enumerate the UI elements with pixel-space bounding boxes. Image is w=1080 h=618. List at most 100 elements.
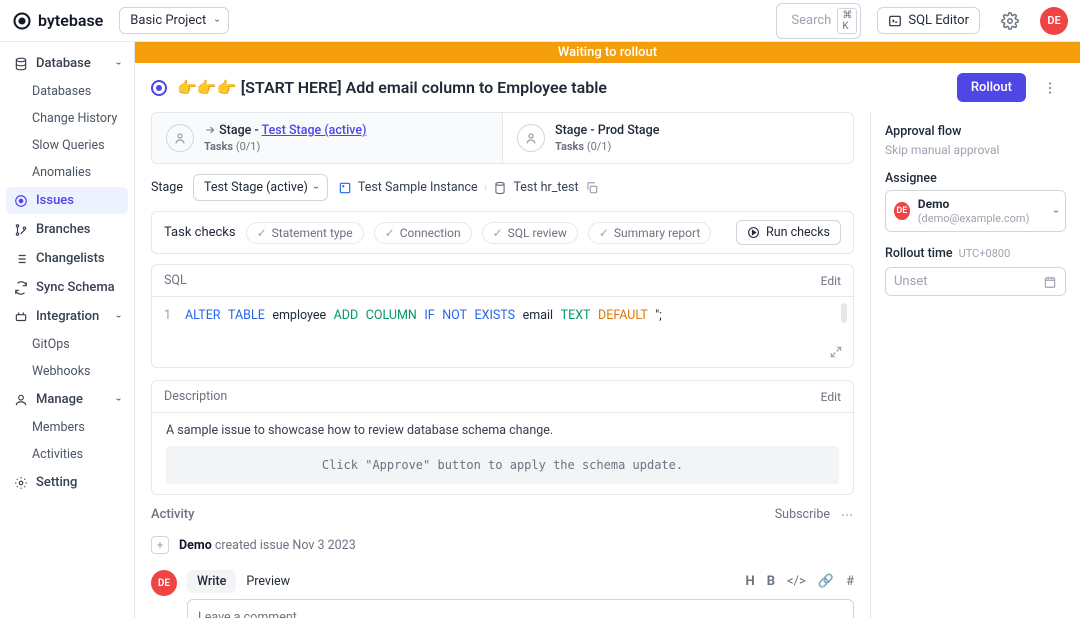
scrollbar-icon[interactable]: [841, 303, 847, 323]
sidebar-item-gitops[interactable]: GitOps: [6, 332, 128, 357]
stage-test[interactable]: Stage - Test Stage (active) Tasks (0/1): [152, 113, 502, 163]
sql-edit-button[interactable]: Edit: [821, 274, 841, 288]
heading-icon[interactable]: H: [746, 574, 755, 589]
sidebar-item-members[interactable]: Members: [6, 415, 128, 440]
check-statement-type[interactable]: ✓Statement type: [246, 222, 364, 244]
plug-icon: [14, 310, 28, 324]
sidebar-item-slow-queries[interactable]: Slow Queries: [6, 133, 128, 158]
expand-icon[interactable]: [829, 345, 843, 359]
sidebar-item-activities[interactable]: Activities: [6, 442, 128, 467]
status-banner: Waiting to rollout: [135, 42, 1080, 63]
chevron-down-icon: ›: [113, 398, 124, 401]
sidebar-group-manage[interactable]: Manage ›: [6, 386, 128, 413]
rollout-time-label: Rollout time: [885, 246, 953, 261]
rollout-time-picker[interactable]: Unset: [885, 267, 1066, 296]
description-text: A sample issue to showcase how to review…: [166, 423, 839, 438]
instance-icon: [338, 181, 352, 195]
comment-input[interactable]: [187, 599, 854, 618]
activity-label: Activity: [151, 507, 195, 522]
sidebar-item-issues[interactable]: Issues: [6, 187, 128, 214]
run-checks-button[interactable]: Run checks: [736, 220, 841, 245]
chevron-right-icon: ›: [484, 180, 488, 195]
sidebar-label: Changelists: [36, 251, 105, 266]
sidebar-group-database[interactable]: Database ›: [6, 50, 128, 77]
database-icon: [493, 181, 507, 195]
description-edit-button[interactable]: Edit: [821, 390, 841, 404]
sidebar-label: Sync Schema: [36, 280, 115, 295]
tab-write[interactable]: Write: [187, 570, 236, 593]
chevron-down-icon: ›: [113, 62, 124, 65]
assignee-selector[interactable]: DE Demo (demo@example.com) ›: [885, 190, 1066, 232]
sql-editor-label: SQL Editor: [908, 13, 969, 28]
sidebar-item-sync-schema[interactable]: Sync Schema: [6, 274, 128, 301]
stage-tasks: Tasks (0/1): [555, 140, 659, 153]
description-callout: Click "Approve" button to apply the sche…: [166, 446, 839, 484]
sidebar-item-databases[interactable]: Databases: [6, 79, 128, 104]
sql-editor-button[interactable]: SQL Editor: [877, 7, 980, 34]
right-sidebar: Approval flow Skip manual approval Assig…: [870, 112, 1080, 618]
chevron-down-icon: ›: [113, 315, 124, 318]
sidebar-item-changelists[interactable]: Changelists: [6, 245, 128, 272]
task-checks-label: Task checks: [164, 225, 236, 240]
check-connection[interactable]: ✓Connection: [374, 222, 472, 244]
check-icon: ✓: [599, 226, 609, 240]
project-selector[interactable]: Basic Project ›: [119, 7, 229, 34]
stage-selector[interactable]: Test Stage (active) ›: [193, 174, 328, 201]
sidebar-item-change-history[interactable]: Change History: [6, 106, 128, 131]
hash-icon[interactable]: #: [846, 574, 854, 589]
link-icon[interactable]: 🔗: [818, 574, 834, 589]
sidebar-item-branches[interactable]: Branches: [6, 216, 128, 243]
settings-button[interactable]: [996, 7, 1024, 35]
play-icon: [747, 226, 760, 239]
assignee-email: (demo@example.com): [918, 212, 1030, 225]
issue-title: 👉👉👉 [START HERE] Add email column to Emp…: [177, 78, 607, 97]
tab-preview[interactable]: Preview: [236, 570, 300, 593]
copy-icon[interactable]: [585, 181, 599, 195]
stage-tasks: Tasks (0/1): [204, 140, 366, 153]
activity-user: Demo: [179, 538, 212, 553]
stage-label: Stage: [151, 180, 183, 195]
chevron-down-icon: ›: [310, 186, 321, 189]
list-icon: [14, 252, 28, 266]
rollout-button[interactable]: Rollout: [957, 73, 1026, 102]
assignee-avatar: DE: [894, 202, 910, 220]
global-search[interactable]: Search ⌘ K: [776, 3, 861, 39]
stage-selected: Test Stage (active): [204, 180, 308, 195]
user-circle-icon: [517, 124, 545, 152]
sidebar-group-integration[interactable]: Integration ›: [6, 303, 128, 330]
issue-status-icon: [151, 80, 167, 96]
sidebar-item-setting[interactable]: Setting: [6, 469, 128, 496]
project-name: Basic Project: [130, 13, 206, 28]
code-icon[interactable]: </>: [787, 574, 806, 589]
check-icon: ✓: [493, 226, 503, 240]
bold-icon[interactable]: B: [767, 574, 775, 589]
brand-logo[interactable]: bytebase: [12, 11, 103, 31]
subscribe-button[interactable]: Subscribe: [775, 507, 830, 522]
sql-code[interactable]: 1ALTER TABLE employee ADD COLUMN IF NOT …: [152, 297, 853, 367]
calendar-icon: [1043, 275, 1057, 289]
sidebar-label: Database: [36, 56, 91, 71]
user-avatar[interactable]: DE: [1040, 7, 1068, 35]
dots-horizontal-icon: [840, 508, 854, 522]
stage-prod[interactable]: Stage - Prod Stage Tasks (0/1): [502, 113, 853, 163]
check-summary-report[interactable]: ✓Summary report: [588, 222, 711, 244]
instance-name[interactable]: Test Sample Instance: [358, 180, 478, 195]
sidebar-label: Branches: [36, 222, 90, 237]
dots-vertical-icon: [1042, 80, 1058, 96]
sidebar-item-anomalies[interactable]: Anomalies: [6, 160, 128, 185]
stage-link[interactable]: Test Stage (active): [262, 123, 367, 138]
users-icon: [14, 393, 28, 407]
check-icon: ✓: [385, 226, 395, 240]
database-name[interactable]: Test hr_test: [513, 180, 578, 195]
check-sql-review[interactable]: ✓SQL review: [482, 222, 578, 244]
activity-more-button[interactable]: [840, 508, 854, 522]
approval-flow-value: Skip manual approval: [885, 143, 1066, 157]
search-shortcut: ⌘ K: [837, 8, 857, 34]
more-actions-button[interactable]: [1036, 74, 1064, 102]
activity-text: created issue Nov 3 2023: [215, 538, 356, 553]
plus-icon: +: [151, 536, 169, 554]
sidebar-label: Setting: [36, 475, 77, 490]
task-checks-bar: Task checks ✓Statement type ✓Connection …: [151, 211, 854, 254]
stage-pipeline: Stage - Test Stage (active) Tasks (0/1) …: [151, 112, 854, 164]
sidebar-item-webhooks[interactable]: Webhooks: [6, 359, 128, 384]
